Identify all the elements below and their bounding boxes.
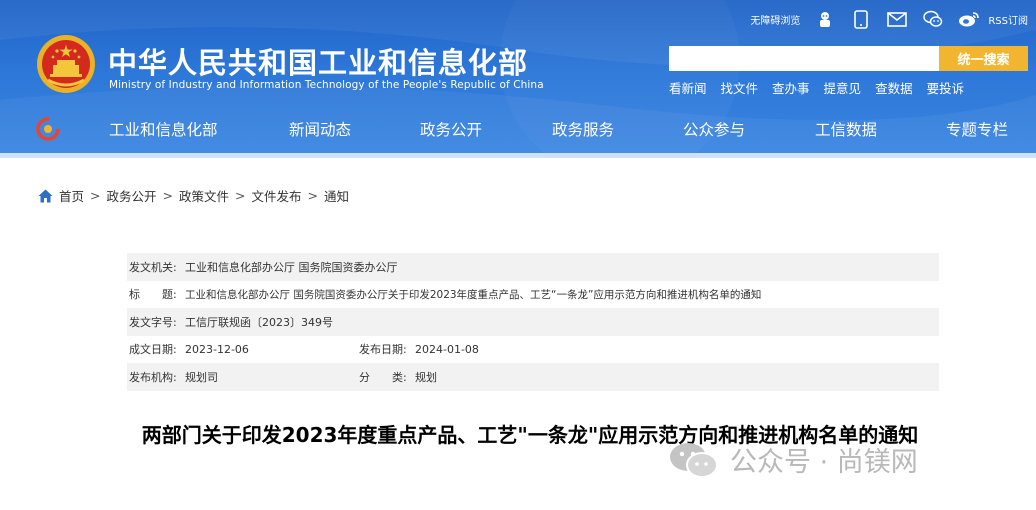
nav-divider [0,153,1036,158]
document-meta-table: 发文机关: 工业和信息化部办公厅 国务院国资委办公厅 标 题: 工业和信息化部办… [127,253,939,391]
breadcrumb-notice[interactable]: 通知 [324,186,349,205]
breadcrumb-home[interactable]: 首页 [59,186,84,205]
quick-link-files[interactable]: 找文件 [721,78,759,97]
meta-row-dates: 成文日期: 2023-12-06 发布日期: 2024-01-08 [127,336,939,364]
meta-row-issuer: 发文机关: 工业和信息化部办公厅 国务院国资委办公厅 [127,253,939,281]
unified-search-button[interactable]: 统一搜索 [939,46,1028,71]
breadcrumb-separator: > [90,188,101,203]
search-input[interactable] [669,46,939,71]
meta-publish-date: 2024-01-08 [415,342,479,356]
rss-link[interactable]: RSS订阅 [988,12,1028,27]
quick-link-news[interactable]: 看新闻 [669,78,707,97]
site-title[interactable]: 中华人民共和国工业和信息化部 [108,40,528,82]
meta-issuer: 工业和信息化部办公厅 国务院国资委办公厅 [185,260,398,274]
watermark: 公众号 · 尚镁网 [668,440,918,479]
main-nav: 工业和信息化部 新闻动态 政务公开 政务服务 公众参与 工信数据 专题专栏 [0,112,1036,146]
mobile-icon[interactable] [850,9,872,29]
meta-label: 发布日期: [359,343,407,357]
weibo-icon[interactable] [958,9,980,29]
breadcrumb-file-release[interactable]: 文件发布 [252,186,302,205]
meta-label: 标 题: [129,288,177,302]
quick-link-services[interactable]: 查办事 [772,78,810,97]
top-utility-bar: 无障碍浏览 RSS订阅 [750,9,1028,29]
wechat-icon[interactable] [922,9,944,29]
wechat-watermark-icon [670,442,718,478]
meta-title: 工业和信息化部办公厅 国务院国资委办公厅关于印发2023年度重点产品、工艺“一条… [185,288,762,301]
nav-miit[interactable]: 工业和信息化部 [109,118,218,140]
home-icon[interactable] [38,189,53,203]
meta-label: 发文机关: [129,260,177,274]
meta-category: 规划 [415,370,437,384]
nav-data[interactable]: 工信数据 [815,118,877,140]
meta-publisher: 规划司 [185,370,218,384]
site-header: 中华人民共和国工业和信息化部 Ministry of Industry and … [0,0,1036,158]
breadcrumb: 首页 > 政务公开 > 政策文件 > 文件发布 > 通知 [38,186,349,205]
watermark-text: 公众号 · 尚镁网 [730,447,918,478]
quick-links: 看新闻 找文件 查办事 提意见 查数据 要投诉 [669,78,978,97]
meta-label: 发文字号: [129,315,177,329]
meta-row-publisher: 发布机构: 规划司 分 类: 规划 [127,363,939,391]
quick-link-data[interactable]: 查数据 [875,78,913,97]
nav-government-services[interactable]: 政务服务 [552,118,614,140]
ministry-logo-icon[interactable] [36,117,60,141]
nav-special-topics[interactable]: 专题专栏 [946,118,1008,140]
quick-link-feedback[interactable]: 提意见 [824,78,862,97]
quick-link-complaint[interactable]: 要投诉 [927,78,965,97]
national-emblem-icon[interactable] [36,34,96,94]
breadcrumb-government-affairs[interactable]: 政务公开 [107,186,157,205]
meta-row-title: 标 题: 工业和信息化部办公厅 国务院国资委办公厅关于印发2023年度重点产品、… [127,281,939,309]
meta-label: 成文日期: [129,343,177,357]
breadcrumb-policy-files[interactable]: 政策文件 [179,186,229,205]
elderly-mode-icon[interactable] [814,9,836,29]
meta-row-doc-no: 发文字号: 工信厅联规函〔2023〕349号 [127,308,939,336]
breadcrumb-separator: > [235,188,246,203]
meta-label: 分 类: [359,370,407,384]
meta-doc-number: 工信厅联规函〔2023〕349号 [185,315,333,329]
meta-written-date: 2023-12-06 [185,342,249,356]
nav-public-participation[interactable]: 公众参与 [683,118,745,140]
site-subtitle-english: Ministry of Industry and Information Tec… [109,79,544,91]
breadcrumb-separator: > [162,188,173,203]
mail-icon[interactable] [886,9,908,29]
breadcrumb-separator: > [307,188,318,203]
nav-news[interactable]: 新闻动态 [289,118,351,140]
accessibility-link[interactable]: 无障碍浏览 [750,12,800,27]
meta-label: 发布机构: [129,370,177,384]
nav-government-affairs[interactable]: 政务公开 [420,118,482,140]
